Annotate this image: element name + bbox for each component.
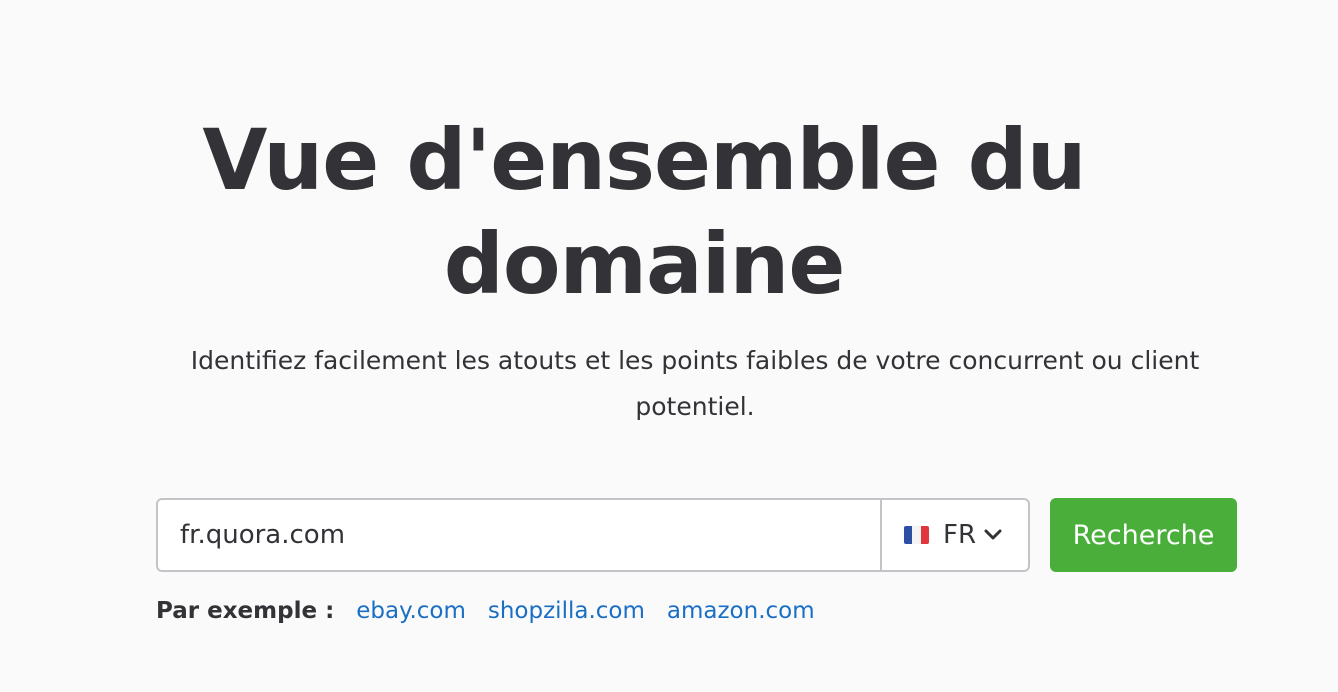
search-box: FR (156, 498, 1030, 572)
example-link-amazon[interactable]: amazon.com (667, 598, 815, 624)
page-title-line-1: Vue d'ensemble du (202, 111, 1086, 209)
search-button[interactable]: Recherche (1050, 498, 1237, 572)
database-select[interactable]: FR (880, 500, 1028, 570)
example-link-ebay[interactable]: ebay.com (356, 598, 466, 624)
page-title-line-2: domaine (443, 215, 846, 313)
domain-overview-page: Vue d'ensemble du domaine Identifiez fac… (0, 0, 1338, 692)
database-label: FR (943, 520, 977, 550)
search-bar: FR Recherche (156, 498, 1237, 572)
example-link-shopzilla[interactable]: shopzilla.com (488, 598, 645, 624)
page-subtitle: Identifiez facilement les atouts et les … (160, 338, 1230, 430)
chevron-down-icon (982, 524, 1004, 546)
france-flag-icon (904, 526, 929, 544)
examples-label: Par exemple : (156, 598, 335, 624)
page-subtitle-line-1: Identifiez facilement les atouts et les … (190, 346, 1200, 375)
examples-row: Par exemple : ebay.com shopzilla.com ama… (156, 594, 837, 628)
page-subtitle-line-2: potentiel. (635, 392, 755, 421)
domain-input[interactable] (158, 500, 880, 570)
page-title: Vue d'ensemble du domaine (0, 108, 1338, 316)
